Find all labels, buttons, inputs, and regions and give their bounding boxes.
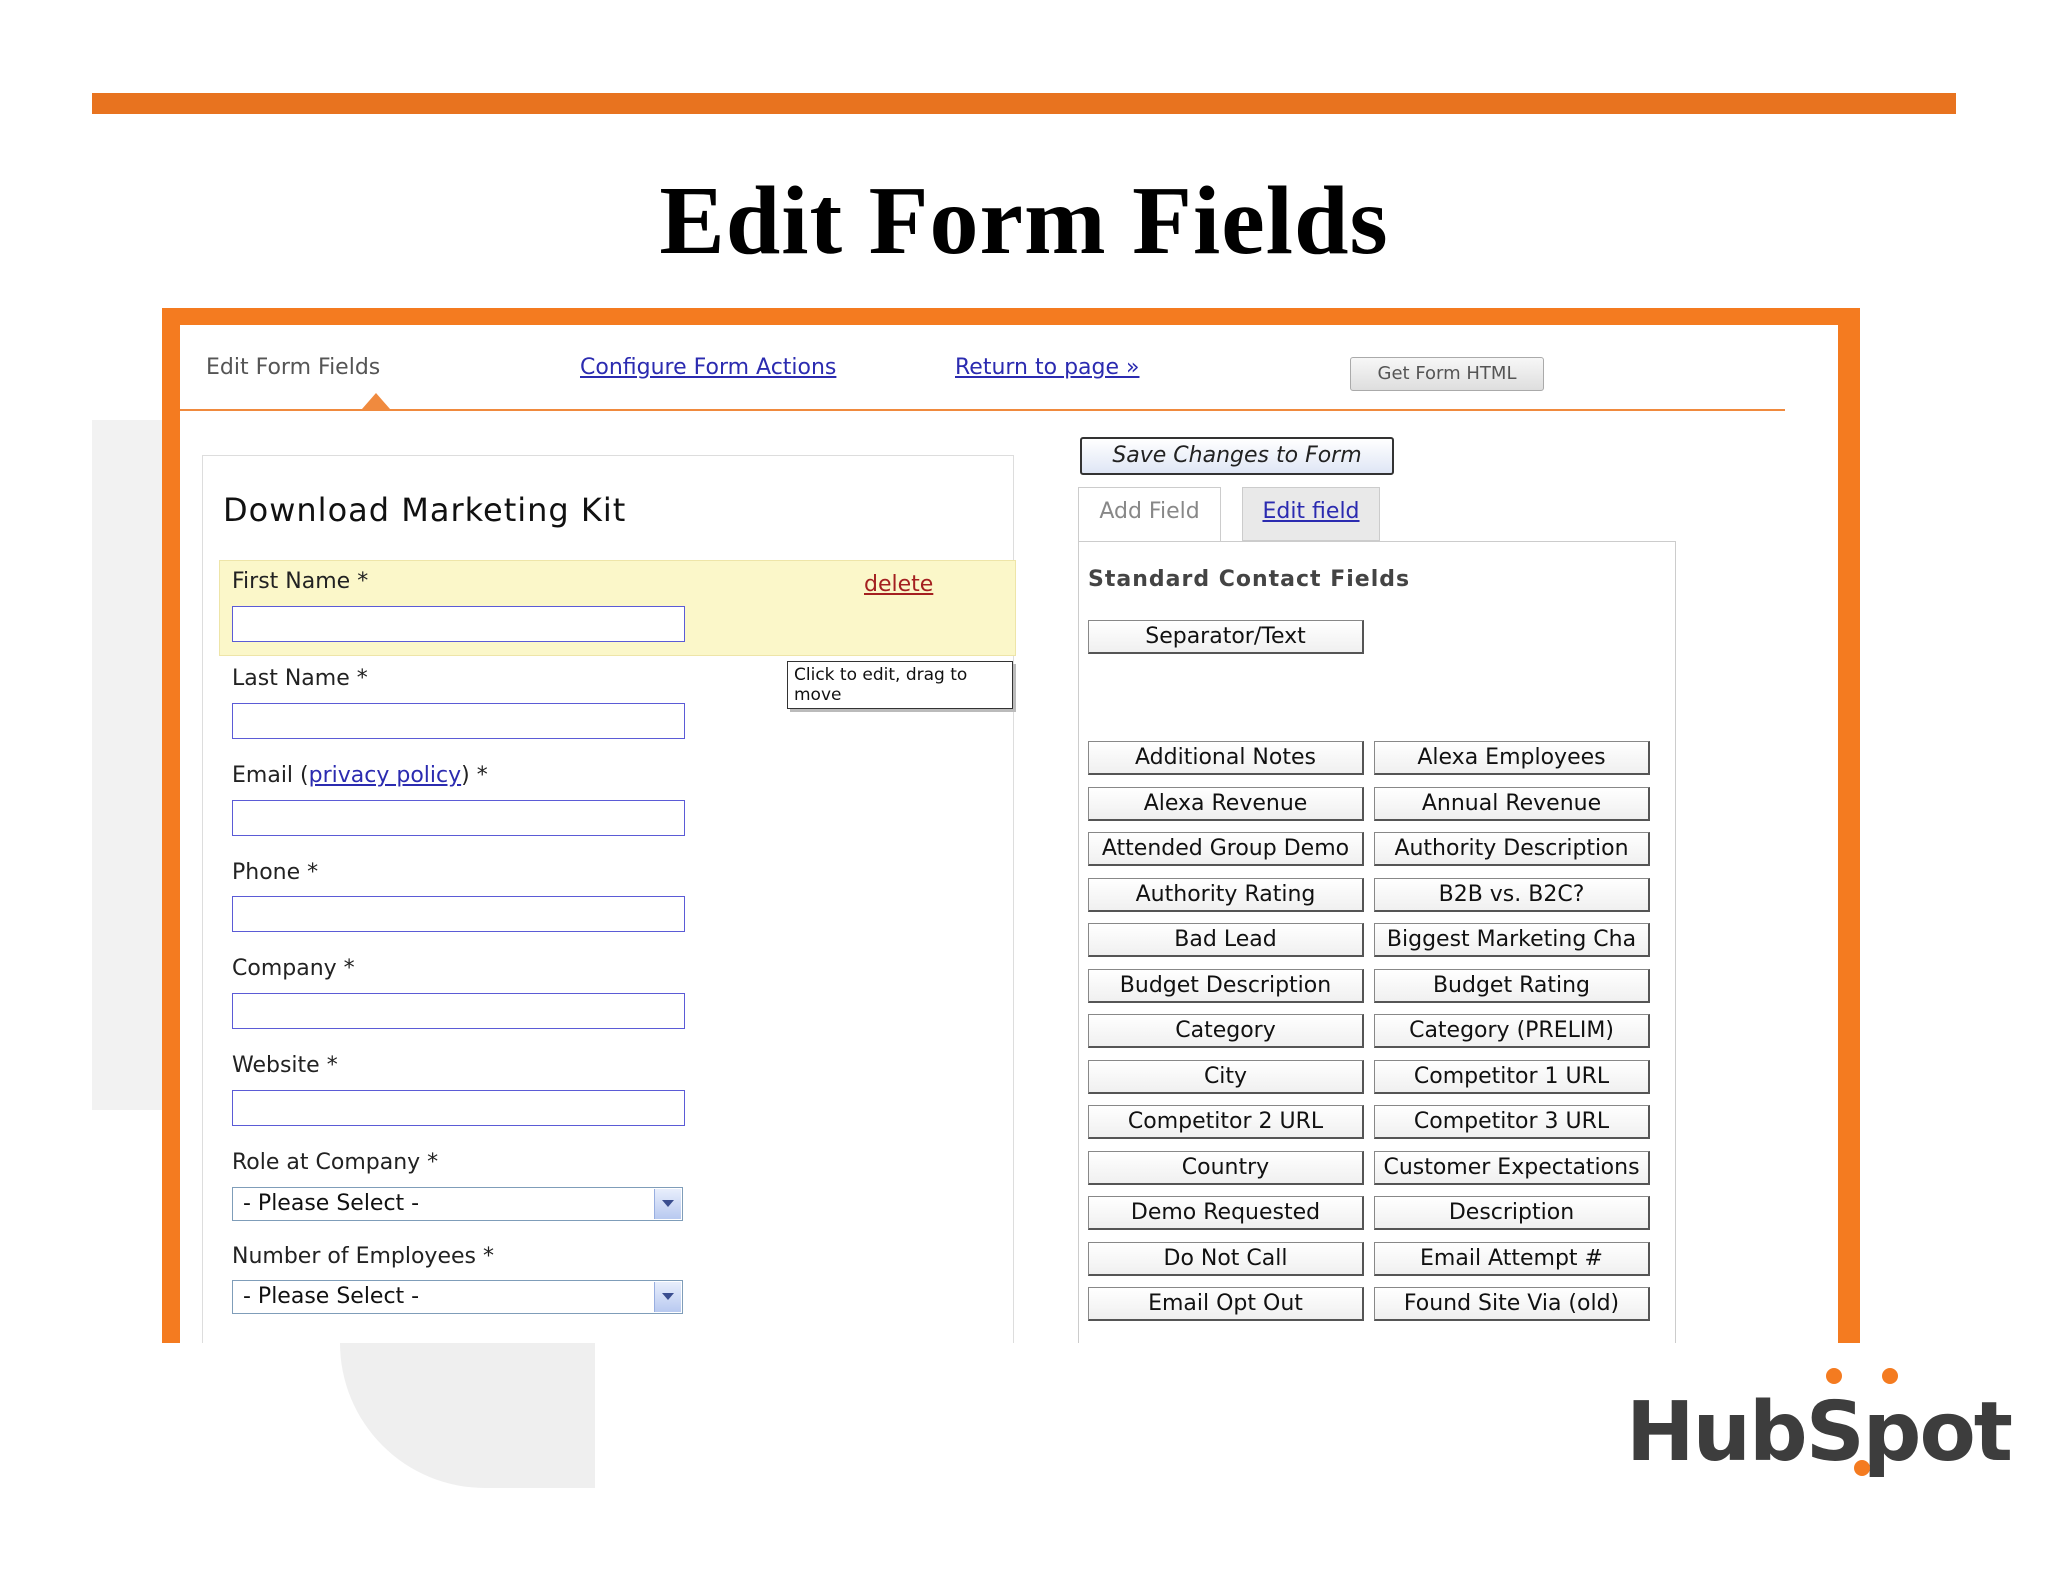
field-label-website: Website * <box>232 1053 338 1078</box>
tab-edit-field[interactable]: Edit field <box>1242 487 1380 541</box>
field-button-description[interactable]: Description <box>1374 1196 1650 1230</box>
field-label-first-name: First Name * <box>232 569 369 594</box>
field-button-b2b-vs-b2c[interactable]: B2B vs. B2C? <box>1374 877 1650 912</box>
field-button-bad-lead[interactable]: Bad Lead <box>1088 923 1364 957</box>
drag-tooltip: Click to edit, drag to move <box>787 661 1013 709</box>
field-button-city[interactable]: City <box>1088 1059 1364 1094</box>
background-decoration <box>340 1343 595 1488</box>
field-button-customer-expectations[interactable]: Customer Expectations <box>1374 1150 1650 1185</box>
chevron-down-icon[interactable] <box>654 1282 681 1312</box>
field-button-email-opt-out[interactable]: Email Opt Out <box>1088 1287 1364 1321</box>
save-changes-button[interactable]: Save Changes to Form <box>1080 437 1394 475</box>
configure-form-actions-link[interactable]: Configure Form Actions <box>580 355 836 380</box>
field-button-alexa-revenue[interactable]: Alexa Revenue <box>1088 786 1364 821</box>
screenshot-frame: Edit Form Fields Configure Form Actions … <box>162 308 1860 1343</box>
privacy-policy-link[interactable]: privacy policy <box>309 763 462 788</box>
field-button-competitor-3-url[interactable]: Competitor 3 URL <box>1374 1105 1650 1139</box>
field-button-annual-revenue[interactable]: Annual Revenue <box>1374 786 1650 821</box>
field-button-budget-description[interactable]: Budget Description <box>1088 968 1364 1003</box>
field-button-additional-notes[interactable]: Additional Notes <box>1088 741 1364 775</box>
logo-sprocket-icon <box>1882 1368 1898 1384</box>
delete-field-link[interactable]: delete <box>864 572 933 597</box>
role-select[interactable]: - Please Select - <box>232 1187 683 1221</box>
field-button-country[interactable]: Country <box>1088 1150 1364 1185</box>
field-button-biggest-marketing-cha[interactable]: Biggest Marketing Cha <box>1374 923 1650 957</box>
company-input[interactable] <box>232 993 685 1029</box>
section-heading: Standard Contact Fields <box>1088 567 1411 592</box>
field-button-category[interactable]: Category <box>1088 1014 1364 1048</box>
hubspot-logo: HubSpot <box>1626 1385 2013 1480</box>
form-editor-screenshot: Edit Form Fields Configure Form Actions … <box>180 325 1838 1343</box>
logo-sprocket-icon <box>1854 1460 1870 1476</box>
tab-add-field[interactable]: Add Field <box>1078 487 1221 541</box>
chevron-down-icon[interactable] <box>654 1189 681 1219</box>
employees-select-value: - Please Select - <box>243 1284 420 1309</box>
field-button-competitor-1-url[interactable]: Competitor 1 URL <box>1374 1059 1650 1094</box>
tab-edit-form-fields[interactable]: Edit Form Fields <box>206 355 380 380</box>
field-button-demo-requested[interactable]: Demo Requested <box>1088 1196 1364 1230</box>
get-form-html-button[interactable]: Get Form HTML <box>1350 357 1544 391</box>
field-button-email-attempt[interactable]: Email Attempt # <box>1374 1241 1650 1276</box>
logo-sprocket-icon <box>1826 1368 1842 1384</box>
field-button-attended-group-demo[interactable]: Attended Group Demo <box>1088 832 1364 866</box>
last-name-input[interactable] <box>232 703 685 739</box>
field-button-do-not-call[interactable]: Do Not Call <box>1088 1241 1364 1276</box>
role-select-value: - Please Select - <box>243 1191 420 1216</box>
logo-text: HubSpot <box>1626 1385 2013 1480</box>
return-to-page-link[interactable]: Return to page » <box>955 355 1139 380</box>
field-button-found-site-via-old[interactable]: Found Site Via (old) <box>1374 1287 1650 1321</box>
slide-title: Edit Form Fields <box>659 167 1389 275</box>
editor-nav: Edit Form Fields Configure Form Actions … <box>180 325 1785 411</box>
form-title: Download Marketing Kit <box>223 491 627 529</box>
email-input[interactable] <box>232 800 685 836</box>
field-button-alexa-employees[interactable]: Alexa Employees <box>1374 741 1650 775</box>
field-button-competitor-2-url[interactable]: Competitor 2 URL <box>1088 1105 1364 1139</box>
website-input[interactable] <box>232 1090 685 1126</box>
field-label-phone: Phone * <box>232 860 319 885</box>
first-name-input[interactable] <box>232 606 685 642</box>
top-accent-bar <box>92 93 1956 114</box>
separator-text-button[interactable]: Separator/Text <box>1088 620 1364 654</box>
field-label-role: Role at Company * <box>232 1150 439 1175</box>
field-label-company: Company * <box>232 956 355 981</box>
field-button-budget-rating[interactable]: Budget Rating <box>1374 968 1650 1003</box>
employees-select[interactable]: - Please Select - <box>232 1280 683 1314</box>
active-tab-caret-icon <box>362 393 390 409</box>
phone-input[interactable] <box>232 896 685 932</box>
field-label-email: Email (privacy policy) * <box>232 763 488 788</box>
field-button-authority-rating[interactable]: Authority Rating <box>1088 877 1364 912</box>
field-button-category-prelim[interactable]: Category (PRELIM) <box>1374 1014 1650 1048</box>
field-label-last-name: Last Name * <box>232 666 368 691</box>
field-button-authority-description[interactable]: Authority Description <box>1374 832 1650 866</box>
background-decoration <box>92 420 162 1110</box>
form-preview-panel: Download Marketing Kit First Name * dele… <box>202 455 1016 1343</box>
field-label-employees: Number of Employees * <box>232 1244 494 1269</box>
